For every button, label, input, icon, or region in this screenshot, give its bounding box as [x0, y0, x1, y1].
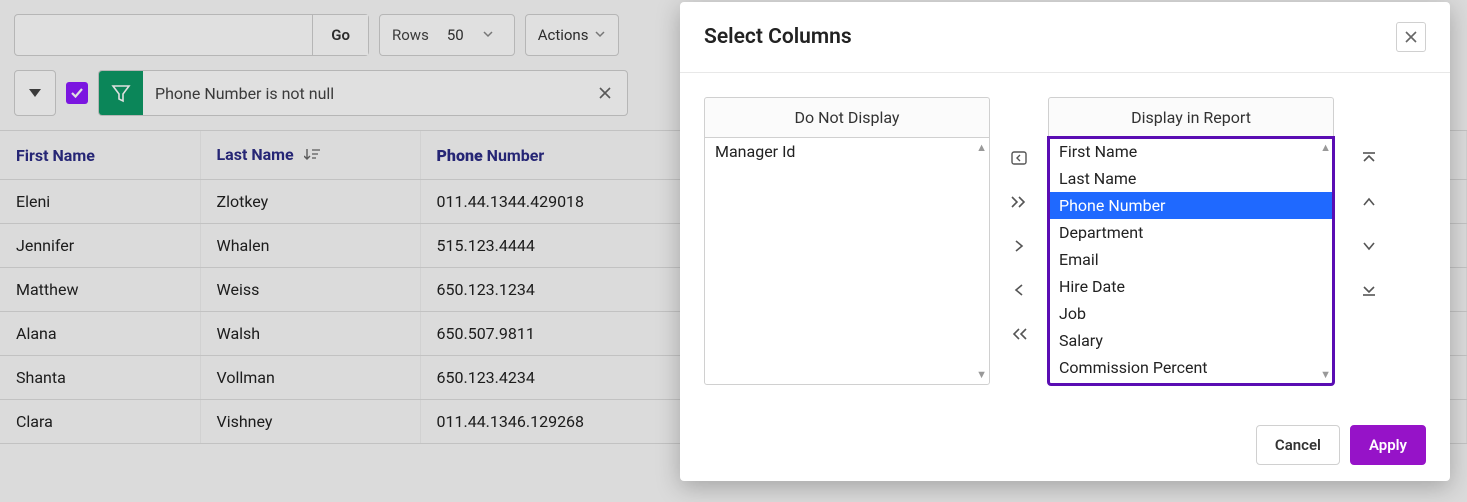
dialog-body: Do Not Display ▲ ▼ Manager Id: [680, 73, 1450, 409]
chevron-down-icon: [594, 26, 606, 44]
shuttle-left-title: Do Not Display: [704, 97, 990, 137]
chevron-down-icon: [1362, 240, 1376, 252]
cell-first: Shanta: [0, 356, 200, 400]
shuttle-item[interactable]: Department: [1049, 219, 1333, 246]
cell-phone: 650.123.1234: [420, 268, 680, 312]
select-columns-dialog: Select Columns Do Not Display ▲ ▼ Manage…: [680, 2, 1450, 481]
cell-last: Walsh: [200, 312, 420, 356]
cell-phone: 011.44.1346.129268: [420, 400, 680, 444]
search-box: Go: [14, 14, 369, 56]
sort-desc-icon: [304, 146, 320, 165]
shuttle-item[interactable]: Email: [1049, 246, 1333, 273]
shuttle-item[interactable]: Hire Date: [1049, 273, 1333, 300]
rows-selector[interactable]: Rows 50: [379, 14, 515, 56]
move-up-button[interactable]: [1356, 189, 1382, 215]
apply-button[interactable]: Apply: [1350, 425, 1426, 465]
shuttle-item[interactable]: Manager Id: [705, 138, 989, 165]
caret-down-icon: [29, 89, 41, 97]
scroll-down-icon: ▼: [976, 368, 987, 381]
actions-label: Actions: [538, 26, 589, 44]
cell-last: Vollman: [200, 356, 420, 400]
filter-settings-toggle[interactable]: [14, 70, 56, 116]
rows-value-text: 50: [447, 26, 464, 44]
move-left-button[interactable]: [1006, 277, 1032, 303]
dialog-close-button[interactable]: [1396, 22, 1426, 52]
cell-phone: 011.44.1344.429018: [420, 180, 680, 224]
shuttle-item[interactable]: Phone Number: [1049, 192, 1333, 219]
col-header-label: First Name: [16, 146, 95, 165]
filter-chip: Phone Number is not null: [98, 70, 628, 116]
reset-icon: [1010, 149, 1028, 167]
close-icon: [1404, 30, 1418, 44]
cell-first: Alana: [0, 312, 200, 356]
double-chevron-left-icon: [1010, 327, 1028, 341]
check-icon: [70, 86, 84, 100]
shuttle-left-list[interactable]: ▲ ▼ Manager Id: [704, 137, 990, 385]
filter-text[interactable]: Phone Number is not null: [143, 84, 583, 103]
shuttle-item[interactable]: Last Name: [1049, 165, 1333, 192]
shuttle-item[interactable]: Job: [1049, 300, 1333, 327]
shuttle-move-controls: [1006, 139, 1032, 347]
cell-first: Matthew: [0, 268, 200, 312]
chevron-up-icon: [1362, 196, 1376, 208]
move-bottom-button[interactable]: [1356, 277, 1382, 303]
filter-remove-button[interactable]: [583, 71, 627, 115]
move-all-left-button[interactable]: [1006, 321, 1032, 347]
cell-phone: 515.123.4444: [420, 224, 680, 268]
rows-value[interactable]: 50: [439, 15, 514, 55]
chevron-right-icon: [1013, 239, 1025, 253]
scroll-up-icon: ▲: [1320, 141, 1331, 154]
cell-phone: 650.123.4234: [420, 356, 680, 400]
reset-button[interactable]: [1006, 145, 1032, 171]
shuttle-right: Display in Report ▲ ▼ First NameLast Nam…: [1048, 97, 1334, 385]
scroll-down-icon: ▼: [1320, 368, 1331, 381]
cell-first: Clara: [0, 400, 200, 444]
col-header-last-name[interactable]: Last Name: [200, 131, 420, 180]
cell-first: Eleni: [0, 180, 200, 224]
move-top-button[interactable]: [1356, 145, 1382, 171]
cell-last: Zlotkey: [200, 180, 420, 224]
chevron-down-icon: [482, 26, 494, 44]
shuttle-item[interactable]: Salary: [1049, 327, 1333, 354]
cell-last: Weiss: [200, 268, 420, 312]
close-icon: [597, 85, 613, 101]
dialog-title: Select Columns: [704, 25, 852, 49]
cancel-button[interactable]: Cancel: [1256, 425, 1340, 465]
cell-last: Whalen: [200, 224, 420, 268]
go-button[interactable]: Go: [312, 15, 368, 55]
move-bottom-icon: [1361, 282, 1377, 298]
move-down-button[interactable]: [1356, 233, 1382, 259]
move-top-icon: [1361, 150, 1377, 166]
scroll-up-icon: ▲: [976, 141, 987, 154]
col-header-first-name[interactable]: First Name: [0, 131, 200, 180]
shuttle-order-controls: [1350, 139, 1382, 303]
col-header-phone-number[interactable]: Phone Number: [420, 131, 680, 180]
actions-button[interactable]: Actions: [525, 14, 620, 56]
funnel-icon: [99, 71, 143, 115]
shuttle-right-list[interactable]: ▲ ▼ First NameLast NamePhone NumberDepar…: [1048, 137, 1334, 385]
shuttle-right-title: Display in Report: [1048, 97, 1334, 137]
rows-label: Rows: [380, 26, 439, 44]
cell-last: Vishney: [200, 400, 420, 444]
col-header-label-bold: Phone: [437, 146, 483, 165]
shuttle-item[interactable]: First Name: [1049, 138, 1333, 165]
dialog-header: Select Columns: [680, 2, 1450, 73]
search-input[interactable]: [15, 15, 312, 55]
col-header-label-rest: Number: [483, 146, 545, 165]
col-header-label: Last Name: [217, 145, 294, 164]
dialog-footer: Cancel Apply: [680, 409, 1450, 481]
move-all-right-button[interactable]: [1006, 189, 1032, 215]
chevron-left-icon: [1013, 283, 1025, 297]
filter-enabled-checkbox[interactable]: [66, 82, 88, 104]
shuttle-item[interactable]: Commission Percent: [1049, 354, 1333, 381]
shuttle-left: Do Not Display ▲ ▼ Manager Id: [704, 97, 990, 385]
cell-first: Jennifer: [0, 224, 200, 268]
double-chevron-right-icon: [1010, 195, 1028, 209]
cell-phone: 650.507.9811: [420, 312, 680, 356]
move-right-button[interactable]: [1006, 233, 1032, 259]
